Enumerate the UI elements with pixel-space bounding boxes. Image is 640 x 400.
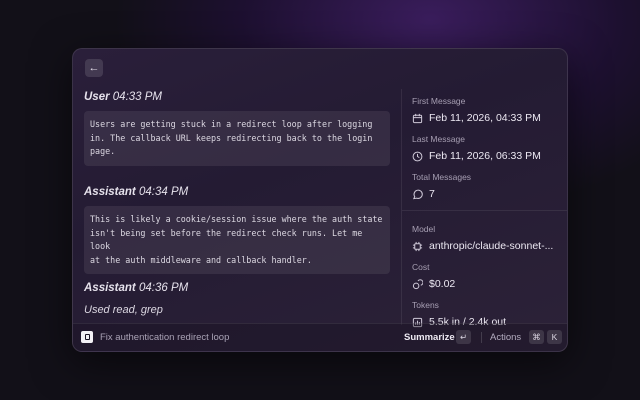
tool-usage-text: Used read, grep (84, 304, 163, 316)
actions-button[interactable]: Actions (490, 332, 521, 343)
back-button[interactable]: ← (85, 59, 103, 77)
message-time: 04:34 PM (138, 186, 189, 198)
chip-icon (412, 241, 423, 251)
footer-bar: Fix authentication redirect loop Summari… (73, 323, 567, 351)
app-logo-icon (81, 331, 93, 343)
chat-bubble-icon (412, 189, 423, 199)
first-message-value: Feb 11, 2026, 04:33 PM (429, 112, 541, 124)
footer-separator (481, 332, 482, 343)
message-item: Assistant 04:36 PM Used read, grep (84, 282, 390, 316)
enter-key-hint: ↵ (456, 330, 471, 344)
sidebar-divider (402, 210, 567, 211)
summarize-button[interactable]: Summarize (404, 332, 455, 343)
message-bubble: Users are getting stuck in a redirect lo… (84, 111, 390, 166)
message-header: User 04:33 PM (84, 91, 390, 103)
model-label: Model (412, 224, 436, 234)
message-role: User (84, 91, 110, 103)
clock-icon (412, 151, 423, 161)
message-item: User 04:33 PM Users are getting stuck in… (84, 91, 390, 166)
message-time: 04:33 PM (112, 91, 163, 103)
total-messages-label: Total Messages (412, 172, 472, 182)
first-message-label: First Message (412, 96, 466, 106)
first-message-field: First Message Feb 11, 2026, 04:33 PM (412, 96, 567, 124)
last-message-value: Feb 11, 2026, 06:33 PM (429, 150, 541, 162)
message-time: 04:36 PM (138, 282, 189, 294)
session-title: Fix authentication redirect loop (100, 332, 230, 343)
message-header: Assistant 04:36 PM (84, 282, 390, 294)
session-window: ← User 04:33 PM Users are getting stuck … (72, 48, 568, 352)
message-role: Assistant (84, 186, 136, 198)
calendar-icon (412, 113, 423, 123)
message-role: Assistant (84, 282, 136, 294)
cost-label: Cost (412, 262, 430, 272)
tokens-label: Tokens (412, 300, 439, 310)
last-message-field: Last Message Feb 11, 2026, 06:33 PM (412, 134, 567, 162)
command-key-hint: ⌘ (529, 330, 544, 344)
k-key-hint: K (547, 330, 562, 344)
top-bar: ← (73, 49, 567, 89)
coins-icon (412, 278, 423, 289)
cost-value: $0.02 (429, 278, 456, 290)
cost-field: Cost $0.02 (412, 262, 567, 290)
message-header: Assistant 04:34 PM (84, 186, 390, 198)
chat-transcript[interactable]: User 04:33 PM Users are getting stuck in… (73, 89, 401, 325)
model-field: Model anthropic/claude-sonnet-... (412, 224, 567, 252)
message-item: Assistant 04:34 PM This is likely a cook… (84, 186, 390, 274)
model-value: anthropic/claude-sonnet-... (429, 240, 554, 252)
total-messages-field: Total Messages 7 (412, 172, 567, 200)
total-messages-value: 7 (429, 188, 435, 200)
last-message-label: Last Message (412, 134, 465, 144)
session-details-sidebar: First Message Feb 11, 2026, 04:33 PM Las… (401, 89, 567, 328)
message-bubble: This is likely a cookie/session issue wh… (84, 206, 390, 274)
arrow-left-icon: ← (88, 61, 100, 74)
